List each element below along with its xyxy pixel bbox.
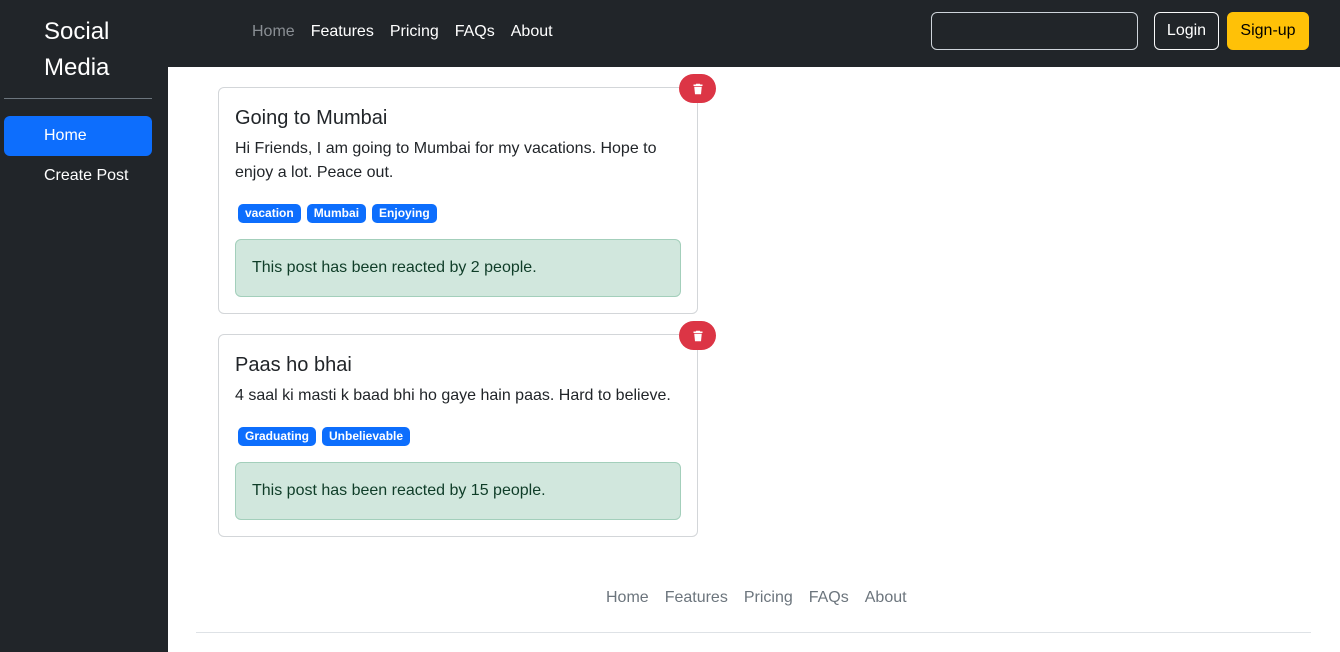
- nav-link-faqs[interactable]: FAQs: [447, 23, 503, 41]
- sidebar-nav: Home Create Post: [4, 116, 152, 196]
- post-body: Hi Friends, I am going to Mumbai for my …: [235, 140, 657, 181]
- trash-icon: [693, 330, 702, 341]
- brand-title: Social Media: [44, 18, 110, 81]
- footer-link-pricing[interactable]: Pricing: [736, 589, 801, 607]
- nav-link-pricing[interactable]: Pricing: [382, 23, 447, 41]
- nav-link-home[interactable]: Home: [244, 23, 303, 41]
- sidebar: Social Media Home Create Post: [0, 0, 168, 652]
- post-tags: vacation Mumbai Enjoying: [238, 204, 437, 223]
- tag-badge: Mumbai: [306, 204, 367, 223]
- reactions-alert: This post has been reacted by 15 people.: [235, 462, 681, 520]
- footer-divider: [196, 632, 1311, 633]
- post-card: Paas ho bhai 4 saal ki masti k baad bhi …: [218, 334, 698, 537]
- footer-link-about[interactable]: About: [857, 589, 915, 607]
- top-nav: Home Features Pricing FAQs About: [244, 0, 561, 64]
- footer-nav: Home Features Pricing FAQs About: [598, 586, 915, 610]
- scroll-gutter: [1311, 67, 1340, 652]
- post-tags: Graduating Unbelievable: [238, 427, 411, 446]
- tag-badge: Enjoying: [372, 204, 437, 223]
- post-title: Paas ho bhai: [235, 354, 352, 376]
- tag-badge: Unbelievable: [322, 427, 411, 446]
- post-card: Going to Mumbai Hi Friends, I am going t…: [218, 87, 698, 314]
- search-input[interactable]: [931, 12, 1138, 50]
- trash-icon: [693, 83, 702, 94]
- reactions-alert: This post has been reacted by 2 people.: [235, 239, 681, 297]
- sidebar-divider: [4, 98, 152, 99]
- delete-post-button[interactable]: [679, 74, 716, 103]
- post-title: Going to Mumbai: [235, 107, 388, 129]
- tag-badge: vacation: [238, 204, 301, 223]
- login-button[interactable]: Login: [1154, 12, 1219, 50]
- top-header: Home Features Pricing FAQs About Login S…: [168, 0, 1340, 67]
- footer-link-home[interactable]: Home: [598, 589, 657, 607]
- sidebar-item-home[interactable]: Home: [4, 116, 152, 156]
- tag-badge: Graduating: [238, 427, 317, 446]
- nav-link-features[interactable]: Features: [303, 23, 382, 41]
- post-body: 4 saal ki masti k baad bhi ho gaye hain …: [235, 387, 671, 404]
- footer-link-features[interactable]: Features: [657, 589, 736, 607]
- delete-post-button[interactable]: [679, 321, 716, 350]
- signup-button[interactable]: Sign-up: [1227, 12, 1309, 50]
- app-root: Social Media Home Create Post Home Featu…: [0, 0, 1340, 652]
- sidebar-item-create-post[interactable]: Create Post: [4, 156, 152, 196]
- nav-link-about[interactable]: About: [503, 23, 561, 41]
- footer-link-faqs[interactable]: FAQs: [801, 589, 857, 607]
